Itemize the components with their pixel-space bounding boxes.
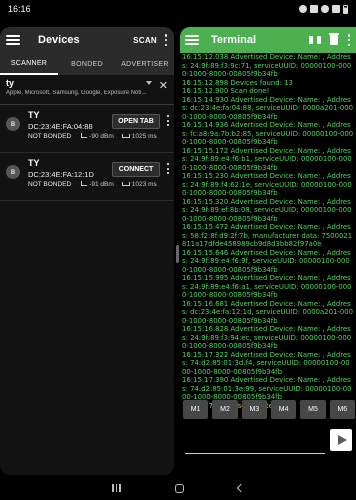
tab-bonded[interactable]: BONDED (58, 53, 116, 75)
log-line: 16:15:12.038 Advertised Device: Name: , … (182, 53, 352, 78)
status-bar: 16:16 (0, 0, 356, 18)
filter-name: ty (6, 78, 15, 88)
interval-icon (121, 134, 130, 138)
log-line: 16:15:15.320 Advertised Device: Name: , … (182, 197, 352, 223)
macro-bar: M1 M2 M3 M4 M5 M6 (183, 400, 355, 420)
macro-button-m1[interactable]: M1 (183, 400, 209, 419)
split-divider-handle[interactable] (176, 245, 179, 263)
status-time: 16:16 (8, 4, 31, 14)
log-line: 16:15:14.936 Advertised Device: Name: , … (182, 121, 354, 146)
send-icon (337, 435, 347, 445)
vibrate-icon (310, 5, 318, 13)
log-line: 16:15:15.646 Advertised Device: Name: , … (182, 248, 351, 274)
trash-icon[interactable] (329, 33, 339, 45)
device-more-icon[interactable] (166, 163, 170, 174)
recents-icon[interactable] (112, 484, 121, 492)
send-text-input[interactable] (185, 432, 325, 454)
devices-app-bar: Devices SCAN (0, 27, 174, 53)
scan-button[interactable]: SCAN (133, 36, 157, 45)
filter-description: Apple, Microsoft, Samsung, Google, Expos… (6, 90, 147, 96)
split-screen: 16:16 Devices SCAN SCANNER BONDED ADVERT… (0, 0, 356, 500)
macro-button-m2[interactable]: M2 (212, 400, 238, 419)
tab-bar: SCANNER BONDED ADVERTISER (0, 53, 174, 75)
log-line: 16:15:14.930 Advertised Device: Name: , … (182, 95, 353, 121)
tab-scanner[interactable]: SCANNER (0, 53, 58, 75)
wifi-icon (321, 5, 329, 13)
battery-icon (343, 4, 348, 14)
device-row[interactable]: ʙ TY DC:23:4E:FA:04:88 NOT BONDED -90 dB… (0, 105, 174, 153)
tab-advertiser[interactable]: ADVERTISER (116, 53, 174, 75)
status-icons (299, 4, 348, 14)
device-interval: 1025 ms (131, 133, 157, 140)
notification-icon (299, 5, 307, 13)
more-options-icon[interactable] (347, 34, 351, 46)
log-line: 16:15:17.390 Advertised Device: Name: , … (182, 376, 352, 401)
close-icon[interactable]: ✕ (159, 79, 168, 92)
chevron-down-icon[interactable] (146, 81, 152, 85)
bond-state: NOT BONDED (28, 133, 72, 140)
log-line: 16:15:16.828 Advertised Device: Name: , … (182, 325, 352, 350)
send-row (180, 424, 356, 464)
open-tab-button[interactable]: OPEN TAB (112, 114, 160, 129)
home-icon[interactable] (174, 483, 184, 493)
menu-icon[interactable] (185, 35, 199, 45)
signal-strength-icon (81, 181, 88, 186)
signal-strength-icon (81, 133, 88, 138)
device-rssi: -91 dBm (89, 181, 114, 188)
device-interval: 1023 ms (131, 181, 157, 188)
macro-button-m6[interactable]: M6 (329, 400, 355, 419)
more-options-icon[interactable] (164, 34, 168, 46)
system-nav-bar (0, 476, 356, 500)
interval-icon (121, 182, 130, 186)
macro-button-m3[interactable]: M3 (241, 400, 267, 419)
connect-icon[interactable] (309, 36, 321, 44)
bond-state: NOT BONDED (28, 181, 72, 188)
log-line: 16:15:12.900 Scan done! (182, 87, 270, 95)
log-line: 16:15:17.322 Advertised Device: Name: , … (182, 350, 351, 376)
log-line: 16:15:12.898 Devices found: 13 (182, 78, 293, 87)
log-line: 16:15:15.172 Advertised Device: Name: , … (182, 146, 352, 172)
bluetooth-icon: ʙ (6, 165, 20, 179)
bluetooth-icon: ʙ (6, 117, 20, 131)
log-line: 16:15:15.472 Advertised Device: Name: , … (182, 223, 353, 248)
back-icon[interactable] (236, 483, 245, 493)
signal-icon (332, 5, 340, 13)
terminal-app-bar: Terminal (180, 27, 356, 53)
terminal-log[interactable]: 16:15:12.038 Advertised Device: Name: , … (180, 53, 356, 423)
filter-bar[interactable]: ty Apple, Microsoft, Samsung, Google, Ex… (0, 75, 174, 105)
devices-pane: Devices SCAN SCANNER BONDED ADVERTISER t… (0, 27, 174, 475)
macro-button-m4[interactable]: M4 (270, 400, 297, 419)
macro-button-m5[interactable]: M5 (300, 400, 326, 419)
log-line: 16:15:15.230 Advertised Device: Name: , … (182, 172, 352, 197)
device-row[interactable]: ʙ TY DC:23:4E:FA:12:1D NOT BONDED -91 dB… (0, 153, 174, 201)
log-line: 16:15:16.681 Advertised Device: Name: , … (182, 299, 353, 325)
device-rssi: -90 dBm (89, 133, 114, 140)
connect-button[interactable]: CONNECT (112, 162, 160, 177)
send-button[interactable] (330, 429, 352, 451)
terminal-title: Terminal (211, 34, 257, 46)
menu-icon[interactable] (6, 35, 20, 45)
log-line: 16:15:15.995 Advertised Device: Name: , … (182, 274, 352, 299)
terminal-pane: Terminal 16:15:12.038 Advertised Device:… (180, 27, 356, 475)
page-title: Devices (38, 34, 80, 46)
device-more-icon[interactable] (166, 115, 170, 126)
